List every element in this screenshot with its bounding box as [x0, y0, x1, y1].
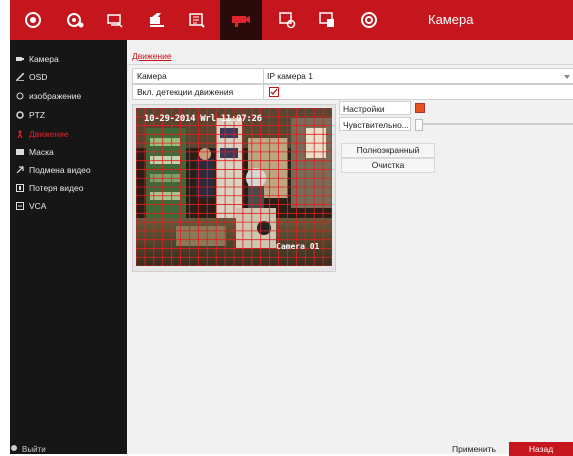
clear-button[interactable]: Очистка [341, 158, 435, 173]
mask-icon [16, 148, 24, 156]
sidebar-item-label: Подмена видео [29, 165, 91, 175]
enable-motion-checkbox[interactable] [269, 87, 279, 97]
sidebar-item-label: VCA [29, 201, 47, 211]
page-title: Камера [428, 12, 474, 27]
camera-icon[interactable] [220, 0, 262, 40]
cloud-icon[interactable] [96, 0, 134, 40]
camera-label: Камера [137, 71, 167, 81]
divider [263, 85, 264, 99]
osd-timestamp: 10-29-2014 Wrl 11:07:26 [144, 114, 262, 124]
sidebar-item-camera[interactable]: Камера [16, 52, 59, 66]
ptz-icon [16, 111, 24, 119]
sidebar-item-label: OSD [29, 72, 48, 82]
osd-camera-name: Camera 01 [276, 242, 320, 251]
check-icon [270, 88, 278, 95]
sidebar-item-label: изображение [29, 91, 82, 101]
enable-motion-row: Вкл. детекции движения [132, 84, 573, 100]
motion-icon [16, 130, 24, 139]
sidebar-item-label: Маска [29, 147, 54, 157]
sidebar-item-vca[interactable]: VCA [16, 199, 46, 213]
sidebar-item-osd[interactable]: OSD [15, 70, 48, 84]
apply-button[interactable]: Применить [443, 442, 505, 454]
enable-motion-label: Вкл. детекции движения [137, 87, 234, 97]
sidebar-item-label: Движение [29, 129, 69, 139]
divider [127, 64, 573, 65]
sidebar-item-label: Камера [29, 54, 59, 64]
sidebar-item-label: Потеря видео [29, 183, 84, 193]
exit-label: Выйти [22, 444, 46, 454]
network-icon[interactable] [268, 0, 306, 40]
top-bar: Камера [10, 0, 573, 40]
sidebar-item-image[interactable]: изображение [16, 89, 81, 103]
storage-icon[interactable] [178, 0, 216, 40]
sidebar-item-video-loss[interactable]: Потеря видео [16, 181, 83, 195]
system-icon[interactable] [308, 0, 346, 40]
divider [263, 69, 264, 83]
fullscreen-button[interactable]: Полноэкранный [341, 143, 435, 158]
sensitivity-label: Чувствительно... [339, 117, 411, 131]
camera-icon [16, 55, 24, 63]
exit-button[interactable]: Выйти [10, 444, 46, 454]
tamper-icon [16, 166, 24, 174]
settings-button[interactable] [415, 103, 425, 113]
sidebar-item-mask[interactable]: Маска [16, 145, 54, 159]
video-loss-icon [16, 184, 24, 192]
video-preview-frame: 10-29-2014 Wrl 11:07:26 Camera 01 [132, 104, 336, 272]
record-icon[interactable] [138, 0, 176, 40]
sidebar-item-ptz[interactable]: PTZ [16, 108, 45, 122]
settings-row: Настройки [339, 101, 573, 115]
camera-select-row: Камера IP камера 1 [132, 68, 573, 84]
chevron-down-icon[interactable] [564, 72, 570, 79]
sidebar-item-label: PTZ [29, 110, 46, 120]
maintenance-icon[interactable] [350, 0, 388, 40]
sensitivity-slider[interactable] [419, 123, 573, 125]
video-preview[interactable]: 10-29-2014 Wrl 11:07:26 Camera 01 [136, 108, 332, 266]
vca-icon [16, 202, 24, 210]
exit-icon [10, 444, 18, 454]
osd-icon [15, 72, 25, 82]
sidebar: Камера OSD изображение PTZ Движение Маск… [10, 40, 127, 454]
settings-label: Настройки [339, 101, 411, 115]
tab-motion[interactable]: Движение [132, 51, 172, 61]
sensitivity-slider-handle[interactable] [415, 119, 423, 131]
playback-icon[interactable] [56, 0, 94, 40]
main-panel: Движение Камера IP камера 1 Вкл. детекци… [127, 40, 573, 456]
camera-select[interactable]: IP камера 1 [267, 71, 313, 81]
live-view-icon[interactable] [14, 0, 52, 40]
sidebar-item-tamper[interactable]: Подмена видео [16, 163, 91, 177]
image-icon [16, 92, 24, 100]
sensitivity-row: Чувствительно... [339, 117, 573, 131]
sidebar-item-motion[interactable]: Движение [16, 127, 69, 141]
